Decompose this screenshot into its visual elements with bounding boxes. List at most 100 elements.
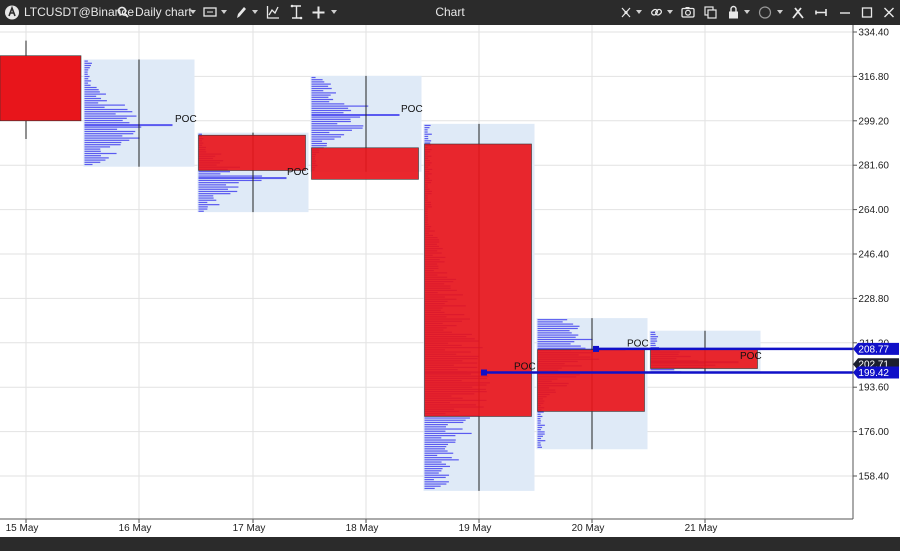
plus-icon[interactable]	[312, 0, 325, 25]
volume-profile-bar	[537, 444, 542, 446]
pin-icon[interactable]	[815, 0, 829, 25]
chevron-down-icon[interactable]	[252, 10, 258, 14]
volume-profile-bar	[84, 64, 91, 67]
volume-profile-bar	[198, 193, 231, 195]
volume-profile-bar	[84, 106, 105, 108]
volume-profile-bar	[311, 94, 331, 96]
candle-body	[0, 55, 82, 122]
volume-profile-bar	[424, 424, 448, 426]
volume-profile-bar	[537, 418, 541, 420]
time-tick-label: 17 May	[233, 523, 266, 534]
chevron-down-icon[interactable]	[221, 10, 227, 14]
indicator-icon[interactable]	[266, 0, 280, 25]
volume-profile-bar	[84, 60, 88, 62]
timeframe-selector[interactable]: Daily chart	[135, 0, 192, 25]
search-icon[interactable]	[117, 0, 129, 25]
volume-profile-bar	[311, 123, 338, 125]
volume-profile-bar	[424, 421, 464, 424]
volume-profile-bar	[311, 118, 351, 120]
volume-profile-bar	[424, 483, 447, 485]
link-icon[interactable]	[650, 0, 663, 25]
volume-profile-bar	[424, 461, 442, 463]
volume-profile-bar	[311, 92, 336, 94]
volume-profile-bar	[198, 210, 204, 212]
volume-profile-bar	[84, 113, 116, 115]
volume-profile-bar	[198, 208, 208, 210]
volume-profile-bar	[537, 435, 543, 437]
close-icon[interactable]	[883, 0, 895, 25]
volume-profile-bar	[198, 204, 220, 206]
volume-profile-bar	[198, 195, 214, 197]
chevron-down-icon[interactable]	[190, 10, 196, 14]
chevron-down-icon[interactable]	[777, 10, 783, 14]
poc-label: POC	[401, 104, 423, 115]
volume-profile-bar	[537, 332, 572, 334]
volume-profile-bar	[84, 97, 102, 100]
chevron-down-icon[interactable]	[667, 10, 673, 14]
volume-profile-bar	[537, 325, 580, 327]
volume-profile-bar	[311, 136, 342, 138]
volume-profile-bar	[424, 452, 454, 454]
price-line-anchor[interactable]	[481, 369, 487, 376]
volume-profile-bar	[424, 430, 446, 432]
candle-body	[311, 147, 419, 180]
volume-profile-bar	[424, 457, 452, 459]
volume-profile-bar	[84, 144, 121, 146]
chevron-down-icon[interactable]	[744, 10, 750, 14]
minimize-icon[interactable]	[839, 0, 851, 25]
volume-profile-bar	[198, 197, 214, 199]
price-marker: 208.77	[858, 344, 889, 355]
time-tick-label: 15 May	[6, 523, 39, 534]
camera-icon[interactable]	[681, 0, 695, 25]
volume-profile-bar	[84, 122, 130, 124]
volume-profile-bar	[84, 148, 101, 150]
volume-profile-bar	[424, 472, 439, 474]
volume-profile-bar	[424, 428, 463, 430]
poc-bar	[198, 177, 287, 180]
volume-profile-bar	[311, 79, 323, 81]
clone-icon[interactable]	[704, 0, 717, 25]
chevron-down-icon[interactable]	[331, 10, 337, 14]
volume-profile-bar	[84, 62, 92, 64]
poc-label: POC	[740, 351, 762, 362]
volume-profile-bar	[537, 431, 545, 433]
time-tick-label: 20 May	[572, 523, 605, 534]
tools-icon[interactable]	[791, 0, 805, 25]
horizontal-scrollbar[interactable]	[0, 537, 900, 551]
volume-profile-bar	[537, 338, 593, 341]
volume-profile-bar	[84, 108, 128, 111]
volume-profile-bar	[537, 336, 576, 338]
template-icon[interactable]	[290, 0, 303, 25]
volume-profile-bar	[650, 333, 656, 336]
volume-profile-bar	[537, 319, 568, 321]
volume-profile-bar	[198, 171, 231, 173]
volume-profile-bar	[424, 468, 443, 470]
volume-profile-bar	[84, 84, 91, 86]
crosshair-icon[interactable]	[621, 0, 631, 25]
price-tick-label: 334.40	[858, 28, 889, 39]
volume-profile-bar	[650, 336, 659, 338]
volume-profile-bar	[424, 142, 431, 144]
chevron-down-icon[interactable]	[636, 10, 642, 14]
volume-profile-bar	[84, 93, 106, 95]
price-marker: 199.42	[858, 368, 889, 379]
volume-profile-bar	[198, 182, 239, 184]
chart-area[interactable]: POC POC POC POC POC POC 334.40 316.80 299.20 281.…	[0, 25, 900, 537]
lock-icon[interactable]	[728, 0, 739, 25]
price-chart[interactable]: POCPOCPOCPOCPOCPOC334.40316.80299.20281.…	[0, 25, 900, 537]
price-line-anchor[interactable]	[593, 345, 599, 352]
volume-profile-bar	[84, 137, 140, 139]
monitor-icon[interactable]	[203, 0, 217, 25]
app-logo-icon[interactable]	[4, 0, 20, 25]
volume-profile-bar	[424, 133, 432, 135]
circle-icon[interactable]	[758, 0, 772, 25]
pencil-icon[interactable]	[235, 0, 247, 25]
volume-profile-bar	[537, 413, 541, 415]
volume-profile-bar	[424, 485, 441, 487]
price-tick-label: 193.60	[858, 383, 889, 394]
volume-profile-bar	[84, 161, 101, 163]
volume-profile-bar	[198, 188, 229, 190]
time-tick-label: 21 May	[685, 523, 718, 534]
maximize-icon[interactable]	[861, 0, 873, 25]
volume-profile-bar	[424, 138, 429, 140]
